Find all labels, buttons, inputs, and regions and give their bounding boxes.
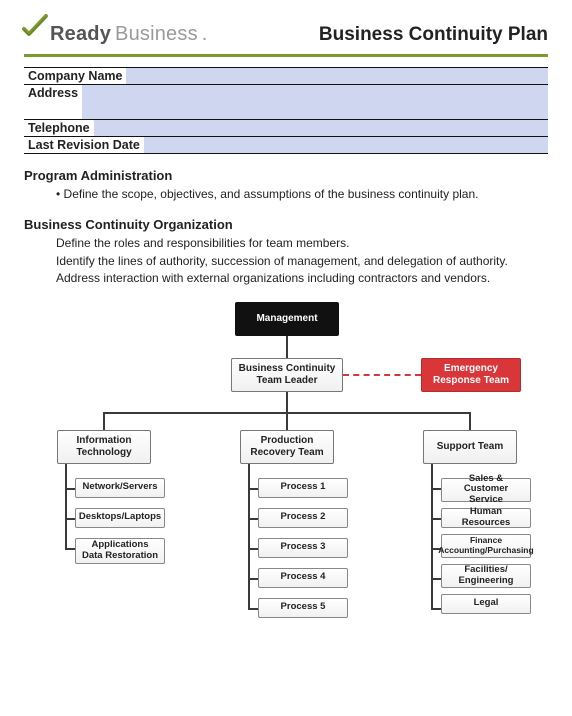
node-col1-head: Information Technology [57, 430, 151, 464]
connector [103, 412, 105, 430]
connector [248, 464, 250, 610]
subnode-col2: Process 3 [258, 538, 348, 558]
connector [65, 488, 75, 490]
subnode-col3: Legal [441, 594, 531, 614]
subnode-col2: Process 5 [258, 598, 348, 618]
connector [248, 518, 258, 520]
node-col3-head: Support Team [423, 430, 517, 464]
field-address[interactable] [82, 85, 548, 119]
row-address: Address [24, 85, 548, 120]
field-telephone[interactable] [94, 120, 548, 136]
connector [65, 518, 75, 520]
connector [286, 392, 288, 412]
connector [248, 578, 258, 580]
org-chart: Management Business Continuity Team Lead… [43, 302, 529, 642]
connector-dashed [343, 374, 421, 376]
connector [431, 488, 441, 490]
field-revision[interactable] [144, 137, 548, 153]
row-telephone: Telephone [24, 120, 548, 137]
connector [248, 608, 258, 610]
field-company[interactable] [126, 68, 548, 84]
connector [65, 548, 75, 550]
connector [286, 336, 288, 358]
subnode-col2: Process 4 [258, 568, 348, 588]
list-item: Define the roles and responsibilities fo… [56, 235, 548, 252]
logo-dot: . [202, 23, 208, 46]
logo-word-business: Business [115, 23, 198, 46]
connector [286, 412, 288, 430]
list-program-admin: Define the scope, objectives, and assump… [56, 186, 548, 203]
list-bco: Define the roles and responsibilities fo… [56, 235, 548, 287]
section-program-admin: Program Administration Define the scope,… [24, 168, 548, 203]
list-item: Address interaction with external organi… [56, 270, 548, 287]
heading-program-admin: Program Administration [24, 168, 548, 183]
connector [431, 608, 441, 610]
subnode-col1: Desktops/Laptops [75, 508, 165, 528]
label-company: Company Name [24, 68, 126, 84]
subnode-col3: Facilities/ Engineering [441, 564, 531, 588]
row-company: Company Name [24, 67, 548, 85]
checkmark-icon [22, 14, 48, 40]
node-emergency-response: Emergency Response Team [421, 358, 521, 392]
node-management: Management [235, 302, 339, 336]
connector [469, 412, 471, 430]
node-bc-team-leader: Business Continuity Team Leader [231, 358, 343, 392]
connector [65, 464, 67, 550]
node-col2-head: Production Recovery Team [240, 430, 334, 464]
label-revision: Last Revision Date [24, 137, 144, 153]
label-address: Address [24, 85, 82, 119]
subnode-col1: Applications Data Restoration [75, 538, 165, 564]
connector [248, 488, 258, 490]
list-item: Define the scope, objectives, and assump… [56, 186, 548, 203]
header: Ready Business. Business Continuity Plan [24, 14, 548, 46]
list-item: Identify the lines of authority, success… [56, 253, 548, 270]
subnode-col3: Human Resources [441, 508, 531, 528]
subnode-col1: Network/Servers [75, 478, 165, 498]
subnode-col2: Process 2 [258, 508, 348, 528]
subnode-col3: Sales & Customer Service [441, 478, 531, 502]
section-bco: Business Continuity Organization Define … [24, 217, 548, 287]
brand-logo: Ready Business. [24, 14, 208, 46]
label-telephone: Telephone [24, 120, 94, 136]
connector [431, 464, 433, 610]
connector [248, 548, 258, 550]
logo-word-ready: Ready [50, 23, 111, 46]
connector [431, 578, 441, 580]
page-title: Business Continuity Plan [319, 24, 548, 46]
header-rule [24, 54, 548, 57]
row-revision: Last Revision Date [24, 137, 548, 154]
subnode-col2: Process 1 [258, 478, 348, 498]
heading-bco: Business Continuity Organization [24, 217, 548, 232]
connector [431, 518, 441, 520]
subnode-col3: Finance Accounting/Purchasing [441, 534, 531, 558]
